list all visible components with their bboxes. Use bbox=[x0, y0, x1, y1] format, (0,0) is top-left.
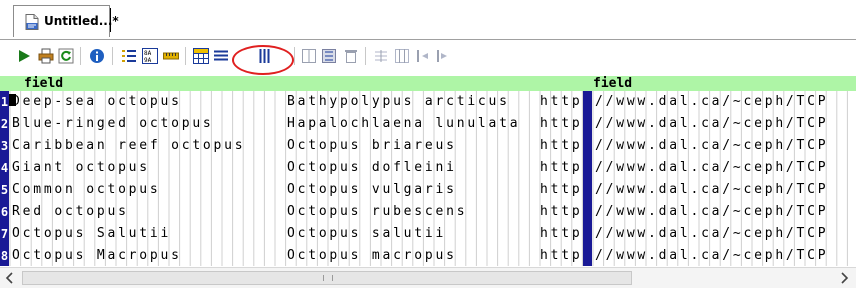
cell-common-name[interactable]: Red octopus bbox=[12, 204, 129, 220]
tab-insert-cursor bbox=[110, 8, 111, 32]
toolbar-separator bbox=[112, 47, 113, 65]
row-lines-icon[interactable] bbox=[213, 48, 229, 64]
cell-url[interactable]: //www.dal.ca/~ceph/TCP bbox=[595, 182, 828, 198]
svg-text:9A: 9A bbox=[144, 57, 152, 64]
cell-common-name[interactable]: Blue-ringed octopus bbox=[12, 116, 214, 132]
row-number[interactable]: 2 bbox=[0, 116, 9, 132]
cell-url-prefix[interactable]: http bbox=[540, 226, 582, 242]
horizontal-scrollbar[interactable] bbox=[0, 267, 856, 288]
cell-scientific-name[interactable]: Octopus macropus bbox=[287, 248, 457, 264]
cell-common-name[interactable]: Caribbean reef octopus bbox=[12, 138, 245, 154]
cell-common-name[interactable]: Giant octopus bbox=[12, 160, 150, 176]
toolbar: 8A 9A bbox=[0, 40, 856, 75]
toolbar-separator bbox=[80, 47, 81, 65]
run-icon[interactable] bbox=[16, 48, 32, 64]
insert-column-icon[interactable] bbox=[394, 48, 410, 64]
row-number[interactable]: 1 bbox=[0, 94, 9, 110]
merge-columns-icon[interactable] bbox=[321, 48, 337, 64]
scroll-right-icon[interactable] bbox=[836, 270, 852, 286]
cell-url-prefix[interactable]: http bbox=[540, 94, 582, 110]
cell-url-prefix[interactable]: http bbox=[540, 160, 582, 176]
scrollbar-thumb[interactable] bbox=[22, 271, 632, 285]
cell-url[interactable]: //www.dal.ca/~ceph/TCP bbox=[595, 94, 828, 110]
cell-url[interactable]: //www.dal.ca/~ceph/TCP bbox=[595, 138, 828, 154]
cell-scientific-name[interactable]: Octopus dofleini bbox=[287, 160, 457, 176]
cell-scientific-name[interactable]: Octopus briareus bbox=[287, 138, 457, 154]
ruler-icon[interactable] bbox=[163, 48, 179, 64]
cell-scientific-name[interactable]: Octopus vulgaris bbox=[287, 182, 457, 198]
cell-url-prefix[interactable]: http bbox=[540, 182, 582, 198]
print-icon[interactable] bbox=[38, 48, 54, 64]
cell-url[interactable]: //www.dal.ca/~ceph/TCP bbox=[595, 116, 828, 132]
scrollbar-grip-icon bbox=[323, 275, 333, 281]
cell-url-prefix[interactable]: http bbox=[540, 116, 582, 132]
row-number[interactable]: 4 bbox=[0, 160, 9, 176]
toolbar-separator bbox=[365, 47, 366, 65]
cell-url[interactable]: //www.dal.ca/~ceph/TCP bbox=[595, 248, 828, 264]
text-cursor bbox=[9, 94, 16, 106]
cell-url[interactable]: //www.dal.ca/~ceph/TCP bbox=[595, 204, 828, 220]
row-number[interactable]: 5 bbox=[0, 182, 9, 198]
cell-url[interactable]: //www.dal.ca/~ceph/TCP bbox=[595, 160, 828, 176]
tab-strip: Untitled...* bbox=[0, 0, 856, 40]
cell-common-name[interactable]: Deep-sea octopus bbox=[12, 94, 182, 110]
header-row: field field bbox=[0, 76, 856, 91]
refresh-icon[interactable] bbox=[58, 48, 74, 64]
delete-column-icon[interactable] bbox=[343, 48, 359, 64]
split-columns-icon[interactable] bbox=[301, 48, 317, 64]
xml-file-icon bbox=[25, 14, 39, 30]
move-right-icon[interactable] bbox=[435, 48, 451, 64]
scroll-left-icon[interactable] bbox=[2, 270, 18, 286]
info-icon[interactable] bbox=[89, 48, 105, 64]
cell-common-name[interactable]: Octopus Macropus bbox=[12, 248, 182, 264]
move-left-icon[interactable] bbox=[415, 48, 431, 64]
tab-title: Untitled...* bbox=[44, 14, 119, 28]
cell-url[interactable]: //www.dal.ca/~ceph/TCP bbox=[595, 226, 828, 242]
highlight-circle bbox=[232, 45, 294, 75]
fixed-width-grid[interactable]: field field 1 Deep-sea octopus Bathypolypu… bbox=[0, 76, 856, 266]
cell-url-prefix[interactable]: http bbox=[540, 248, 582, 264]
toolbar-separator bbox=[294, 47, 295, 65]
column-header[interactable]: field bbox=[24, 76, 63, 91]
cell-url-prefix[interactable]: http bbox=[540, 138, 582, 154]
cell-scientific-name[interactable]: Octopus salutii bbox=[287, 226, 446, 242]
list-view-icon[interactable] bbox=[121, 48, 137, 64]
editor-window: Untitled...* 8A 9A field field 1 Deep-se… bbox=[0, 0, 856, 288]
grid-view-icon[interactable] bbox=[193, 48, 209, 64]
cell-common-name[interactable]: Common octopus bbox=[12, 182, 161, 198]
toolbar-separator bbox=[185, 47, 186, 65]
column-header[interactable]: field bbox=[593, 76, 632, 91]
cell-scientific-name[interactable]: Bathypolypus arcticus bbox=[287, 94, 510, 110]
cell-url-prefix[interactable]: http bbox=[540, 204, 582, 220]
cell-common-name[interactable]: Octopus Salutii bbox=[12, 226, 171, 242]
column-sort-icon[interactable]: 8A 9A bbox=[142, 48, 158, 64]
field-separator-column bbox=[583, 91, 592, 266]
row-number[interactable]: 6 bbox=[0, 204, 9, 220]
cell-scientific-name[interactable]: Hapalochlaena lunulata bbox=[287, 116, 520, 132]
insert-row-icon[interactable] bbox=[373, 48, 389, 64]
cell-scientific-name[interactable]: Octopus rubescens bbox=[287, 204, 467, 220]
document-tab[interactable]: Untitled...* bbox=[13, 5, 119, 37]
svg-text:8A: 8A bbox=[144, 50, 152, 57]
row-number[interactable]: 7 bbox=[0, 226, 9, 242]
row-number[interactable]: 8 bbox=[0, 248, 9, 264]
row-number[interactable]: 3 bbox=[0, 138, 9, 154]
